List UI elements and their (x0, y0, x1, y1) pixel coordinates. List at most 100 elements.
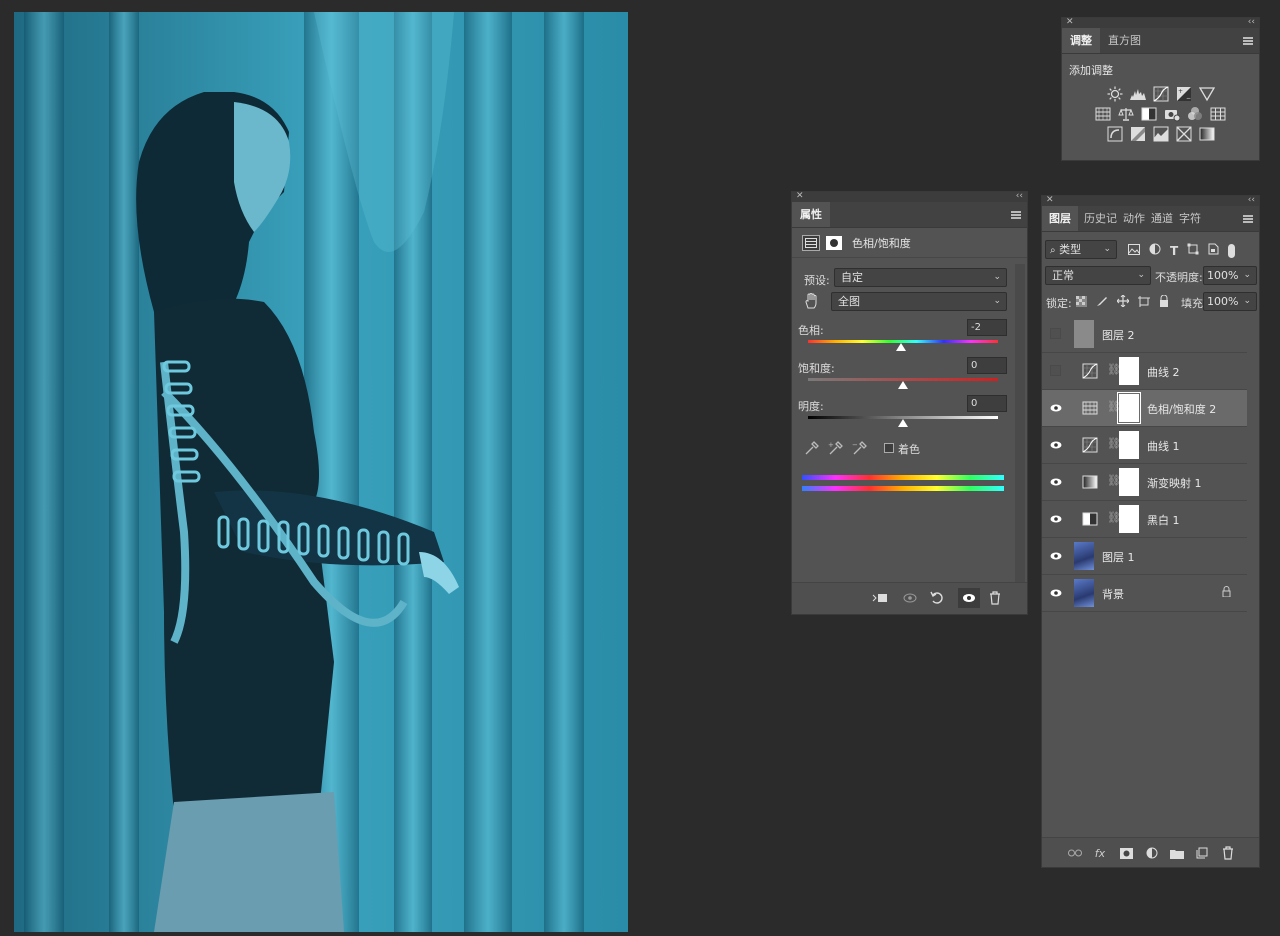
layer-row[interactable]: 图层 2 (1042, 316, 1247, 353)
properties-scrollbar[interactable] (1015, 264, 1025, 584)
trash-icon[interactable] (1220, 846, 1236, 860)
new-adjustment-icon[interactable] (1144, 846, 1160, 860)
photo-filter-icon[interactable] (1164, 106, 1180, 122)
layer-row[interactable]: ⛓ 黑白 1 (1042, 501, 1247, 538)
new-group-icon[interactable] (1169, 846, 1185, 860)
threshold-icon[interactable] (1153, 126, 1169, 142)
mask-icon[interactable] (826, 235, 842, 250)
posterize-icon[interactable] (1130, 126, 1146, 142)
range-dropdown[interactable]: 全图 ⌄ (831, 292, 1007, 311)
color-lookup-icon[interactable] (1210, 106, 1226, 122)
panel-menu-icon[interactable] (1011, 211, 1021, 219)
layer-row[interactable]: ⛓ 渐变映射 1 (1042, 464, 1247, 501)
layer-name[interactable]: 色相/饱和度 2 (1147, 401, 1216, 417)
hue-input[interactable]: -2 (967, 319, 1007, 336)
eyedropper-icon[interactable] (804, 440, 820, 456)
lock-artboard-icon[interactable] (1138, 295, 1150, 310)
eyedropper-minus-icon[interactable]: − (852, 440, 868, 456)
invert-icon[interactable] (1107, 126, 1123, 142)
view-previous-icon[interactable] (902, 591, 918, 605)
targeted-adjustment-hand-icon[interactable] (803, 292, 819, 309)
close-icon[interactable]: ✕ (1066, 16, 1074, 28)
layer-mask-thumbnail[interactable] (1119, 357, 1139, 385)
brightness-icon[interactable] (1107, 86, 1123, 102)
panel-menu-icon[interactable] (1243, 215, 1253, 223)
black-white-icon[interactable] (1141, 106, 1157, 122)
layer-mask-thumbnail[interactable] (1117, 392, 1141, 424)
collapse-icon[interactable]: ‹‹ (1248, 194, 1255, 206)
saturation-input[interactable]: 0 (967, 357, 1007, 374)
layer-row[interactable]: ⛓ 曲线 2 (1042, 353, 1247, 390)
close-icon[interactable]: ✕ (1046, 194, 1054, 206)
layer-filter-dropdown[interactable]: ⌕ 类型 ⌄ (1045, 240, 1117, 259)
layer-name[interactable]: 曲线 1 (1147, 438, 1180, 454)
collapse-icon[interactable]: ‹‹ (1248, 16, 1255, 28)
clip-to-layer-icon[interactable] (872, 591, 888, 605)
lock-transparent-icon[interactable] (1076, 295, 1087, 310)
levels-icon[interactable] (1129, 86, 1146, 102)
lock-icon[interactable] (1222, 586, 1231, 600)
filter-toggle-icon[interactable] (1228, 243, 1236, 258)
toggle-visibility-icon[interactable] (958, 588, 980, 608)
selective-color-icon[interactable] (1176, 126, 1192, 142)
document-canvas[interactable] (14, 12, 628, 932)
collapse-icon[interactable]: ‹‹ (1016, 190, 1023, 202)
visibility-toggle[interactable] (1050, 365, 1061, 376)
layer-name[interactable]: 背景 (1102, 586, 1124, 602)
pixel-filter-icon[interactable] (1128, 243, 1140, 258)
hue-slider-thumb[interactable] (896, 343, 907, 351)
colorize-checkbox[interactable] (884, 443, 894, 453)
layer-row[interactable]: ⛓ 曲线 1 (1042, 427, 1247, 464)
eye-icon[interactable] (1050, 439, 1062, 451)
layer-row[interactable]: 背景 (1042, 575, 1247, 612)
close-icon[interactable]: ✕ (796, 190, 804, 202)
tab-properties[interactable]: 属性 (792, 202, 830, 227)
eye-icon[interactable] (1050, 476, 1062, 488)
visibility-toggle[interactable] (1050, 328, 1061, 339)
layer-name[interactable]: 图层 2 (1102, 327, 1135, 343)
channel-mixer-icon[interactable] (1187, 106, 1203, 122)
eye-icon[interactable] (1050, 402, 1062, 414)
tab-layers[interactable]: 图层 (1042, 206, 1078, 231)
reset-icon[interactable] (929, 591, 945, 605)
layer-name[interactable]: 图层 1 (1102, 549, 1135, 565)
layer-name[interactable]: 渐变映射 1 (1147, 475, 1202, 491)
tab-character[interactable]: 字符 (1176, 206, 1204, 231)
gradient-map-icon[interactable] (1199, 126, 1215, 142)
trash-icon[interactable] (987, 591, 1003, 605)
lightness-slider-thumb[interactable] (898, 419, 908, 427)
layer-name[interactable]: 黑白 1 (1147, 512, 1180, 528)
eyedropper-plus-icon[interactable]: + (828, 440, 844, 456)
tab-adjustments[interactable]: 调整 (1062, 28, 1100, 53)
type-filter-icon[interactable]: T (1170, 244, 1178, 258)
panel-menu-icon[interactable] (1243, 37, 1253, 45)
eye-icon[interactable] (1050, 513, 1062, 525)
layer-mask-thumbnail[interactable] (1119, 468, 1139, 496)
blend-mode-dropdown[interactable]: 正常 ⌄ (1045, 266, 1151, 285)
color-balance-icon[interactable] (1118, 106, 1134, 122)
eye-icon[interactable] (1050, 550, 1062, 562)
lock-move-icon[interactable] (1116, 294, 1130, 310)
smart-object-filter-icon[interactable] (1208, 243, 1219, 258)
curves-icon[interactable] (1153, 86, 1169, 102)
link-layers-icon[interactable] (1067, 846, 1083, 860)
lightness-input[interactable]: 0 (967, 395, 1007, 412)
hue-saturation-icon[interactable] (1095, 106, 1111, 122)
tab-channels[interactable]: 通道 (1148, 206, 1176, 231)
exposure-icon[interactable]: + − (1176, 86, 1192, 102)
adjustment-filter-icon[interactable] (1149, 243, 1161, 258)
add-mask-icon[interactable] (1118, 846, 1134, 860)
opacity-input[interactable]: 100% ⌄ (1203, 266, 1257, 285)
layer-mask-thumbnail[interactable] (1119, 431, 1139, 459)
saturation-slider-thumb[interactable] (898, 381, 908, 389)
lock-brush-icon[interactable] (1096, 295, 1108, 310)
hue-saturation-icon[interactable] (802, 234, 820, 251)
shape-filter-icon[interactable] (1187, 243, 1199, 258)
tab-histogram[interactable]: 直方图 (1100, 28, 1149, 53)
layer-row[interactable]: 图层 1 (1042, 538, 1247, 575)
lock-all-icon[interactable] (1159, 294, 1169, 310)
layer-mask-thumbnail[interactable] (1119, 505, 1139, 533)
fill-input[interactable]: 100% ⌄ (1203, 292, 1257, 311)
vibrance-icon[interactable] (1198, 86, 1215, 102)
layer-name[interactable]: 曲线 2 (1147, 364, 1180, 380)
